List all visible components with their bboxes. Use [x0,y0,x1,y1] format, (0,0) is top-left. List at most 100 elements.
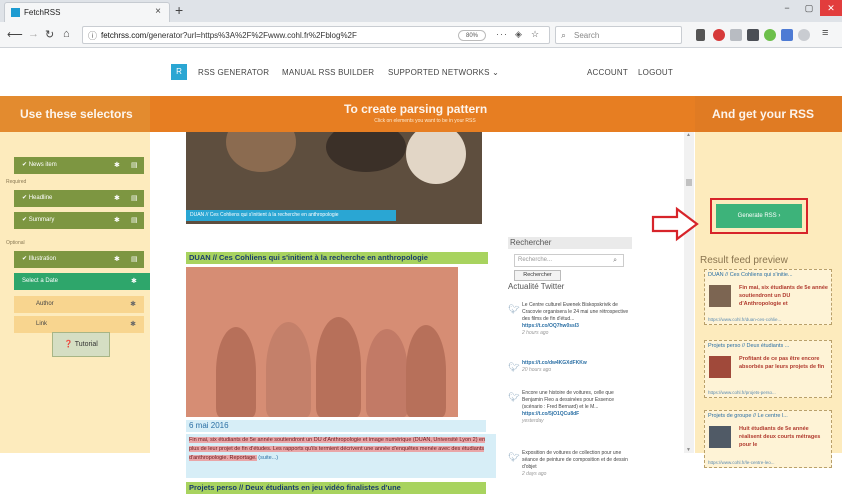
nav-manual-builder[interactable]: MANUAL RSS BUILDER [282,68,374,77]
selector-link[interactable]: Link ✱ [14,316,144,333]
new-tab-button[interactable]: + [175,2,183,18]
gear-icon[interactable]: ✱ [114,212,120,229]
read-more-link[interactable]: (suite...) [258,455,278,461]
nav-logout[interactable]: LOGOUT [638,68,673,77]
tweet-body: Encore une histoire de voitures, celle q… [522,390,634,425]
card-thumbnail [709,356,731,378]
bookmark-star-icon[interactable]: ☆ [531,29,540,40]
feed-preview-card[interactable]: DUAN // Ces Cohliens qui s'initie... Fin… [704,269,832,325]
delete-icon[interactable]: ▤ [131,157,138,174]
feed-preview-card[interactable]: Projets de groupe // Le centre l... Huit… [704,410,832,468]
close-window-button[interactable]: ✕ [820,0,842,16]
tweet-time: 20 hours ago [522,367,552,373]
generate-rss-button[interactable]: Generate RSS › [716,204,802,228]
home-icon[interactable]: ⌂ [63,28,70,40]
delete-icon[interactable]: ▤ [131,190,138,207]
selector-illustration[interactable]: ✔ Illustration ✱ ▤ [14,251,144,268]
forward-arrow-icon[interactable]: → [28,28,39,40]
post-summary[interactable]: Fin mai, six étudiants de 5e année souti… [186,434,496,478]
tweet-text: Exposition de voitures de collection pou… [522,450,628,470]
zoom-indicator[interactable]: 80% [458,30,486,41]
delete-icon[interactable]: ▤ [131,251,138,268]
tab-close-icon[interactable]: × [155,6,161,17]
selector-news-item[interactable]: ✔ News item ✱ ▤ [14,157,144,174]
delete-icon[interactable]: ▤ [131,212,138,229]
hero-caption[interactable]: DUAN // Ces Cohliens qui s'initient à la… [186,210,396,221]
minimize-button[interactable]: − [776,0,798,16]
photo-person [366,329,408,417]
back-arrow-icon[interactable]: ⟵ [7,28,23,41]
hero-figure [226,132,296,172]
menu-icon[interactable]: ≡ [822,27,828,39]
nav-supported-networks[interactable]: SUPPORTED NETWORKS ⌄ [388,68,499,77]
card-url[interactable]: https://www.cohl.fr/duan-ces-cohlie... [708,317,781,322]
maximize-button[interactable]: ▢ [798,0,820,16]
ublock-icon[interactable] [713,29,725,41]
card-title[interactable]: Projets perso // Deux étudiants ... [708,343,830,349]
selector-label: Headline [28,195,53,201]
browser-tab[interactable]: FetchRSS × [4,2,170,22]
gear-icon[interactable]: ✱ [131,273,137,290]
tweet-link[interactable]: https://t.co/dw4KGXdFKKw [522,360,587,366]
card-title[interactable]: Projets de groupe // Le centre l... [708,413,830,419]
nav-rss-generator[interactable]: RSS GENERATOR [198,68,269,77]
url-text: fetchrss.com/generator?url=https%3A%2F%2… [101,31,357,40]
browser-tab-bar: FetchRSS × + − ▢ ✕ [0,0,842,22]
reload-icon[interactable]: ↻ [45,28,54,41]
selector-label: Link [36,321,48,327]
fetchrss-logo-icon[interactable]: R [171,64,187,80]
extension-blue-icon[interactable] [781,29,793,41]
scroll-up-icon[interactable]: ▲ [686,132,691,138]
address-bar[interactable]: ⓘ fetchrss.com/generator?url=https%3A%2F… [82,26,550,44]
browser-search-box[interactable]: ⌕ Search [555,26,682,44]
search-icon: ⌕ [561,30,567,40]
photo-person [316,317,361,417]
feed-preview-card[interactable]: Projets perso // Deux étudiants ... Prof… [704,340,832,398]
nav-account[interactable]: ACCOUNT [587,68,628,77]
sidebar-search-button[interactable]: Rechercher [514,270,561,281]
selector-headline[interactable]: ✔ Headline ✱ ▤ [14,190,144,207]
info-icon[interactable]: ⓘ [88,29,97,42]
selector-date[interactable]: Select a Date ✱ [14,273,167,290]
tweet-link[interactable]: https://t.co/OQ7hw0ssI3 [522,323,579,329]
pocket-icon[interactable]: ◈ [515,29,523,40]
post-title[interactable]: DUAN // Ces Cohliens qui s'initient à la… [186,252,488,264]
tab-title: FetchRSS [24,8,61,17]
preview-scrollbar[interactable]: ▲ ▼ [684,132,694,453]
gear-icon[interactable]: ✱ [114,190,120,207]
gear-icon[interactable]: ✱ [114,157,120,174]
scroll-down-icon[interactable]: ▼ [686,447,691,453]
hero-figure [326,132,406,172]
twitter-bird-icon: 🐦︎ [508,452,520,462]
scrollbar-thumb[interactable] [686,179,692,186]
tutorial-button[interactable]: ❓ Tutorial [52,332,110,357]
tweet-text: Le Centre culturel Ewenek Biskopskrivik … [522,302,629,322]
selector-label: Select a Date [22,278,59,284]
gear-icon[interactable]: ✱ [130,296,136,313]
post-date[interactable]: 6 mai 2016 [186,420,486,432]
center-subheader: Click on elements you want to be in your… [374,118,476,124]
optional-label: Optional [6,240,25,246]
card-url[interactable]: https://www.cohl.fr/le-centre-leo... [708,460,775,465]
reader-icon[interactable] [730,29,742,41]
card-url[interactable]: https://www.cohl.fr/projets-perso... [708,390,776,395]
card-description: Profitant de ce pas être encore absorbés… [739,356,825,370]
post-title[interactable]: Projets perso // Deux étudiants en jeu v… [186,482,486,494]
page-actions-icon[interactable]: ··· [496,29,508,39]
post-image[interactable] [186,267,458,417]
selector-label: Author [36,301,54,307]
extension-green-icon[interactable] [764,29,776,41]
gear-icon[interactable]: ✱ [114,251,120,268]
window-controls: − ▢ ✕ [776,0,842,16]
card-title[interactable]: DUAN // Ces Cohliens qui s'initie... [708,272,830,278]
library-icon[interactable] [696,29,705,41]
selector-author[interactable]: Author ✱ [14,296,144,313]
sidebar-search-input[interactable]: Recherche... ⌕ [514,254,624,267]
selector-summary[interactable]: ✔ Summary ✱ ▤ [14,212,144,229]
fetchrss-favicon-icon [11,8,20,17]
container-icon[interactable] [747,29,759,41]
gear-icon[interactable]: ✱ [130,316,136,333]
extension-grey-icon[interactable] [798,29,810,41]
tweet-link[interactable]: https://t.co/5jO1QCu8dF [522,411,579,417]
browser-nav-bar: ⟵ → ↻ ⌂ ⓘ fetchrss.com/generator?url=htt… [0,22,842,48]
